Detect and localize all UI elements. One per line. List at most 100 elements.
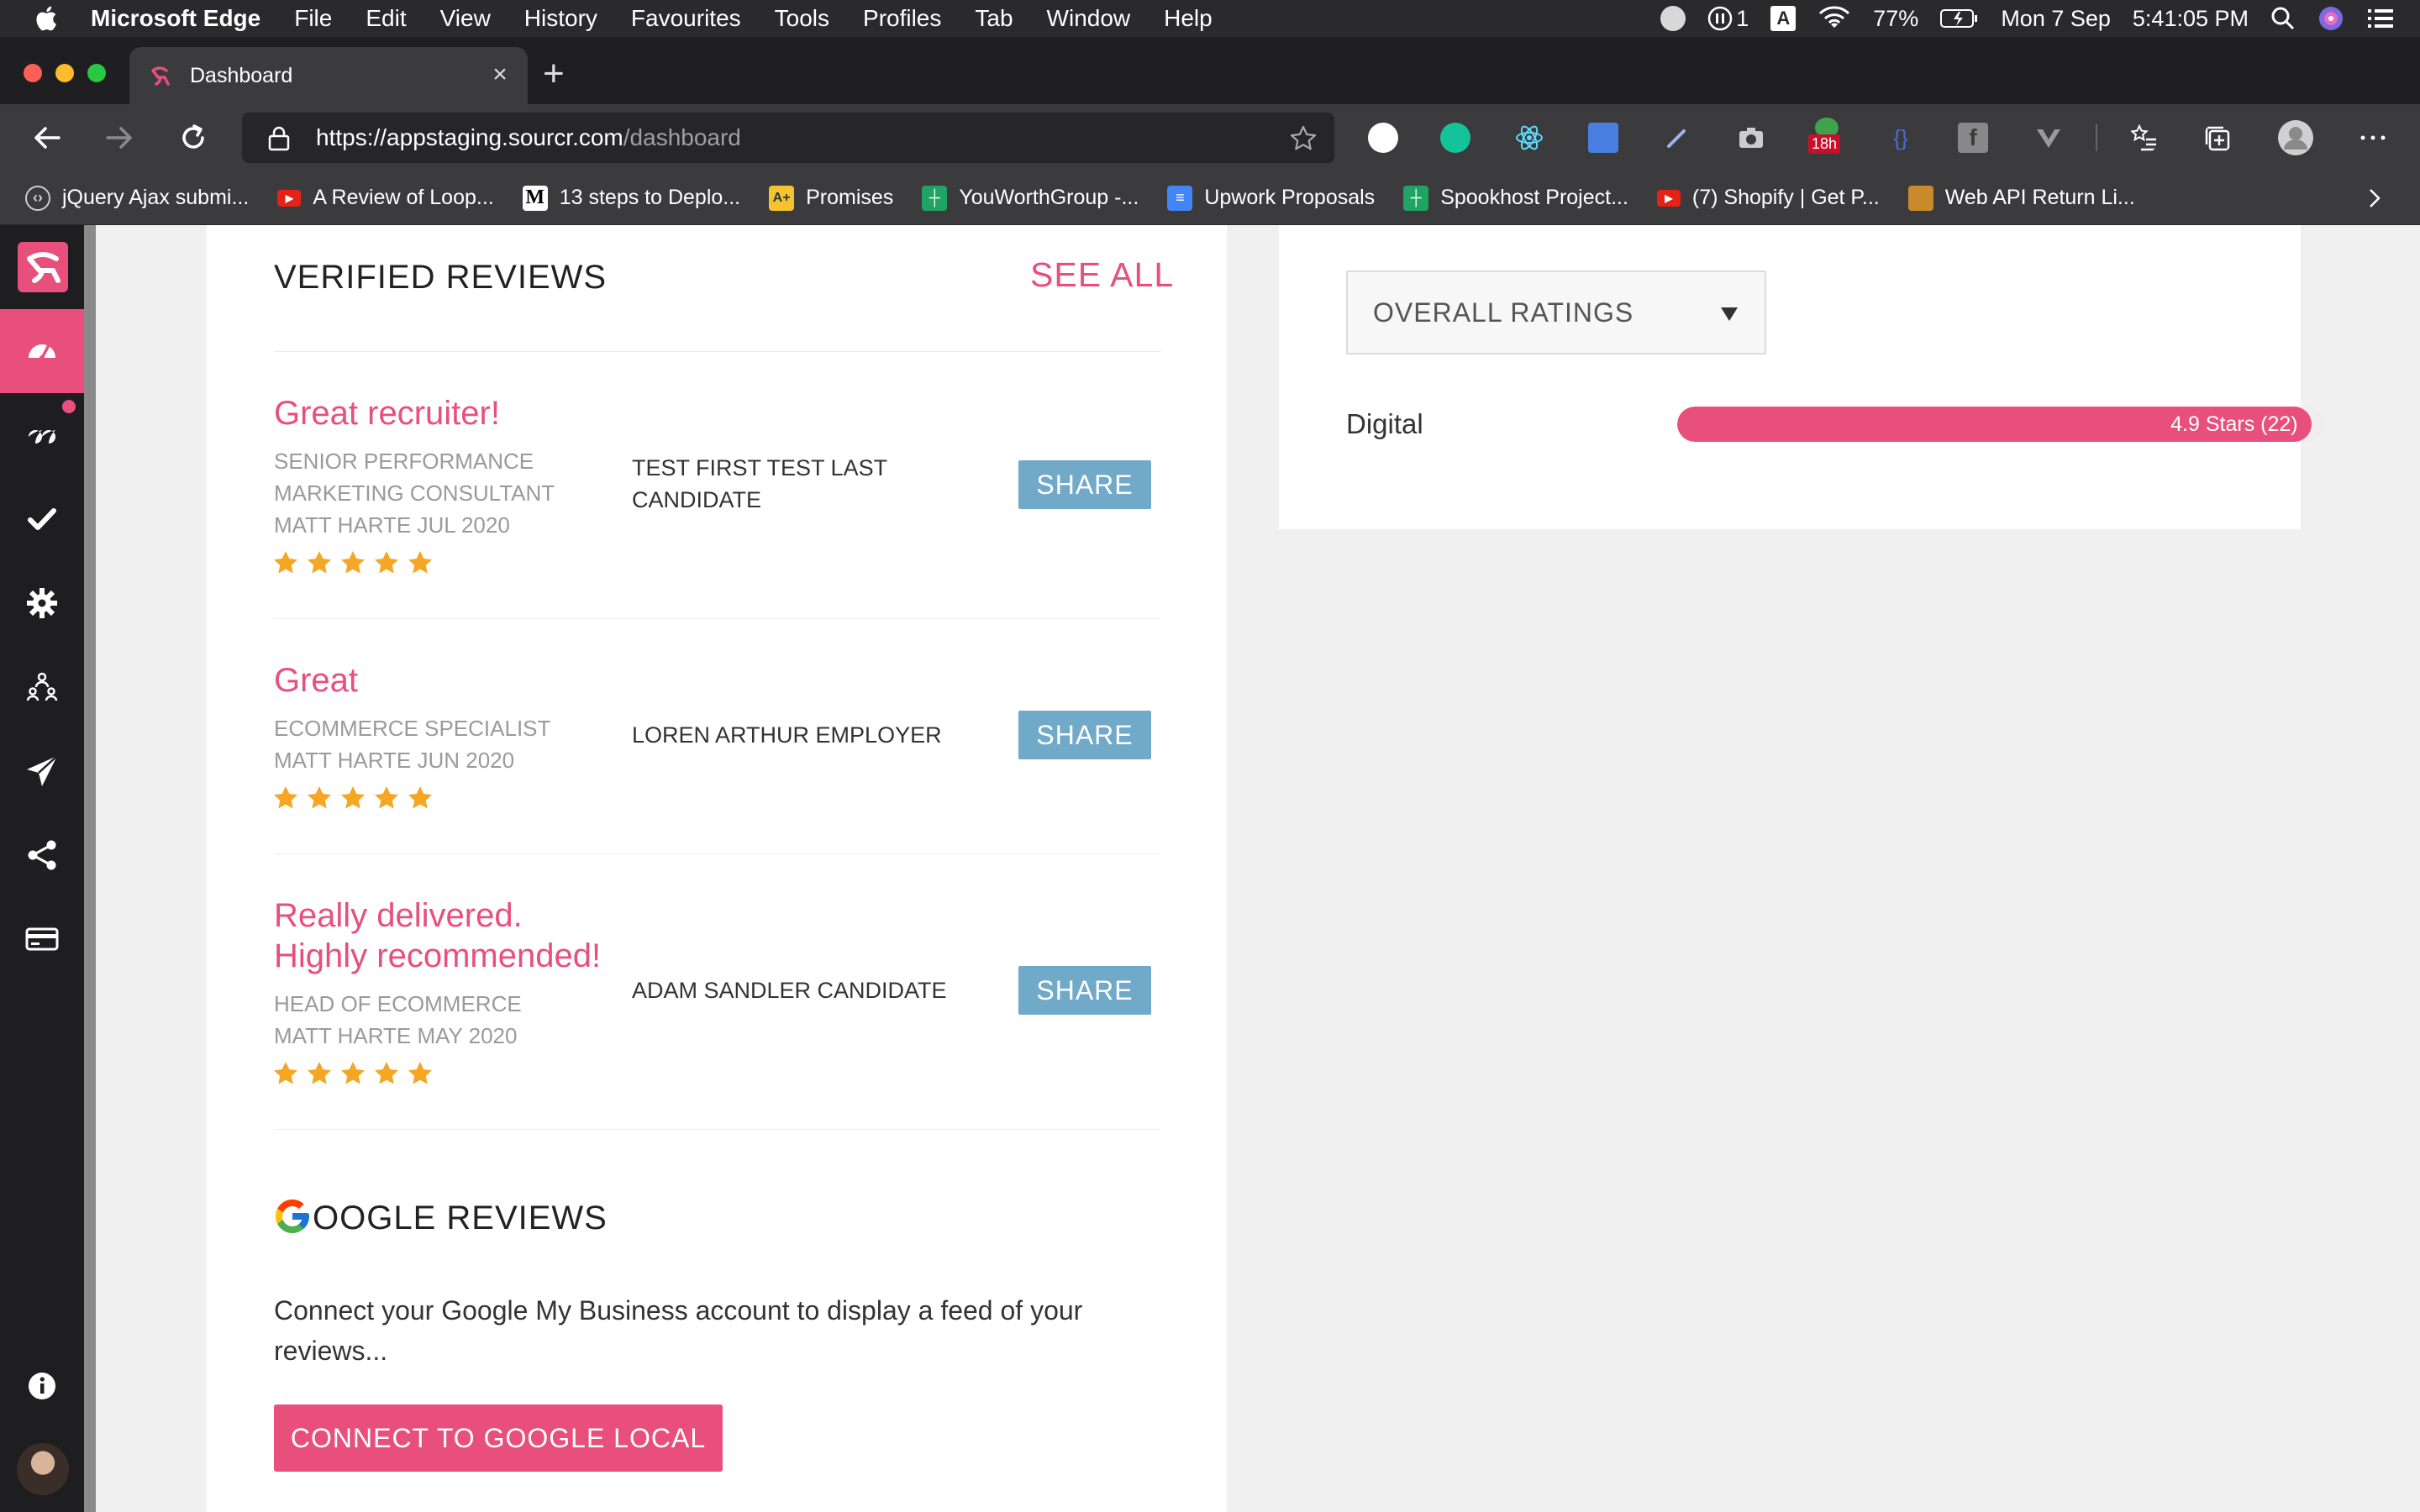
reviewer-name: TEST FIRST TEST LAST CANDIDATE bbox=[632, 452, 951, 516]
star-icon bbox=[375, 786, 398, 809]
bookmark-item[interactable]: ┼ Spookhost Project... bbox=[1403, 185, 1628, 211]
menu-help[interactable]: Help bbox=[1164, 5, 1213, 32]
menu-file[interactable]: File bbox=[294, 5, 332, 32]
pause-status-icon[interactable]: 1 bbox=[1707, 6, 1749, 32]
more-options-icon[interactable] bbox=[2358, 123, 2388, 153]
send-icon bbox=[27, 755, 58, 786]
date-display[interactable]: Mon 7 Sep bbox=[2001, 6, 2111, 32]
input-source-icon[interactable]: A bbox=[1770, 6, 1797, 31]
json-formatter-icon[interactable]: {} bbox=[1886, 123, 1916, 153]
timer-badge: 18h bbox=[1808, 134, 1841, 154]
sourcr-logo-icon[interactable] bbox=[18, 242, 68, 292]
sidebar-item-settings[interactable] bbox=[0, 561, 84, 645]
divider bbox=[274, 351, 1161, 352]
profile-avatar-icon[interactable] bbox=[2277, 119, 2314, 156]
review-title-line: Great recruiter! bbox=[274, 395, 500, 432]
see-all-link[interactable]: SEE ALL bbox=[1030, 255, 1174, 295]
sidebar-item-share[interactable] bbox=[0, 813, 84, 897]
maximize-window-button[interactable] bbox=[87, 64, 106, 82]
menu-profiles[interactable]: Profiles bbox=[863, 5, 941, 32]
image-icon bbox=[1907, 185, 1933, 211]
menu-history[interactable]: History bbox=[524, 5, 597, 32]
share-button[interactable]: SHARE bbox=[1018, 711, 1151, 759]
sidebar-item-tasks[interactable] bbox=[0, 477, 84, 561]
sidebar-scroll-strip bbox=[84, 225, 96, 1512]
menu-tab[interactable]: Tab bbox=[975, 5, 1013, 32]
notification-center-icon[interactable] bbox=[2366, 6, 2395, 31]
bookmark-item[interactable]: Web API Return Li... bbox=[1907, 185, 2135, 211]
verified-reviews-title: VERIFIED REVIEWS bbox=[274, 259, 608, 296]
share-button[interactable]: SHARE bbox=[1018, 460, 1151, 509]
new-tab-button[interactable]: + bbox=[543, 55, 565, 92]
user-avatar[interactable] bbox=[17, 1443, 69, 1495]
wifi-icon[interactable] bbox=[1818, 6, 1851, 31]
bookmark-item[interactable]: M 13 steps to Deplo... bbox=[522, 185, 740, 211]
color-picker-icon[interactable] bbox=[1662, 123, 1692, 153]
minimize-window-button[interactable] bbox=[55, 64, 74, 82]
bookmark-item[interactable]: A+ Promises bbox=[769, 185, 893, 211]
bookmark-item[interactable]: ▶ (7) Shopify | Get P... bbox=[1656, 186, 1880, 210]
menu-tools[interactable]: Tools bbox=[775, 5, 829, 32]
sidebar-item-info[interactable] bbox=[0, 1344, 84, 1428]
medium-icon: M bbox=[522, 185, 548, 211]
sidebar-item-dashboard[interactable] bbox=[0, 309, 84, 393]
card-icon bbox=[25, 927, 59, 951]
review-title: Great recruiter! bbox=[274, 393, 500, 433]
star-icon bbox=[375, 1062, 398, 1084]
review-meta-line: SENIOR PERFORMANCE bbox=[274, 449, 534, 474]
apple-icon[interactable] bbox=[34, 4, 62, 33]
chevron-right-icon[interactable] bbox=[2363, 186, 2386, 210]
screenshot-camera-icon[interactable] bbox=[1736, 123, 1766, 153]
favorites-list-icon[interactable] bbox=[2129, 123, 2160, 153]
bookmark-label: YouWorthGroup -... bbox=[959, 186, 1139, 209]
translate-icon[interactable] bbox=[1588, 123, 1618, 153]
react-devtools-icon[interactable] bbox=[1514, 123, 1544, 153]
share-button[interactable]: SHARE bbox=[1018, 966, 1151, 1015]
notification-dot bbox=[60, 398, 77, 415]
spotlight-search-icon[interactable] bbox=[2270, 6, 2296, 31]
address-bar[interactable]: https:// appstaging.sourcr.com /dashboar… bbox=[242, 113, 1334, 163]
sheets-icon: ┼ bbox=[1403, 185, 1429, 211]
siri-icon[interactable] bbox=[2317, 5, 2344, 32]
timer-extension[interactable]: 18h bbox=[1808, 118, 1845, 161]
menu-favourites[interactable]: Favourites bbox=[631, 5, 741, 32]
close-window-button[interactable] bbox=[24, 64, 42, 82]
star-icon bbox=[274, 1062, 297, 1084]
info-icon bbox=[29, 1373, 55, 1399]
facebook-icon[interactable]: f bbox=[1958, 123, 1988, 153]
sidebar-item-team[interactable] bbox=[0, 645, 84, 729]
forward-icon[interactable] bbox=[101, 119, 138, 156]
tab-dashboard[interactable]: Dashboard × bbox=[129, 47, 528, 104]
ratings-card: OVERALL RATINGS Digital 4.9 Stars (22) bbox=[1279, 225, 2324, 529]
menu-view[interactable]: View bbox=[440, 5, 491, 32]
ratings-dropdown[interactable]: OVERALL RATINGS bbox=[1346, 270, 1766, 354]
upwork-status-icon[interactable] bbox=[1660, 6, 1686, 31]
refresh-icon[interactable] bbox=[175, 119, 212, 156]
back-icon[interactable] bbox=[29, 119, 66, 156]
star-icon bbox=[408, 551, 432, 574]
review-title: Really delivered. Highly recommended! bbox=[274, 895, 601, 976]
grammarly-icon[interactable] bbox=[1440, 123, 1470, 153]
menu-edit[interactable]: Edit bbox=[366, 5, 406, 32]
vue-devtools-icon[interactable] bbox=[2033, 123, 2064, 153]
favorite-star-icon[interactable] bbox=[1289, 124, 1318, 153]
caret-down-icon bbox=[1721, 307, 1738, 321]
sidebar-item-billing[interactable] bbox=[0, 897, 84, 981]
extension-plus-icon[interactable] bbox=[1368, 123, 1398, 153]
time-display[interactable]: 5:41:05 PM bbox=[2133, 6, 2249, 32]
menu-window[interactable]: Window bbox=[1047, 5, 1131, 32]
lock-icon[interactable] bbox=[267, 124, 291, 151]
review-meta-line: ECOMMERCE SPECIALIST bbox=[274, 716, 551, 741]
bookmark-item[interactable]: ‹› jQuery Ajax submi... bbox=[25, 185, 249, 211]
bookmark-item[interactable]: ▶ A Review of Loop... bbox=[277, 186, 494, 210]
collections-icon[interactable] bbox=[2203, 123, 2233, 153]
reviews-card: VERIFIED REVIEWS SEE ALL Great recruiter… bbox=[207, 225, 1227, 1512]
app-name[interactable]: Microsoft Edge bbox=[91, 5, 260, 32]
bookmark-item[interactable]: ≡ Upwork Proposals bbox=[1167, 185, 1375, 211]
sidebar-item-send[interactable] bbox=[0, 729, 84, 813]
tab-close-icon[interactable]: × bbox=[487, 62, 513, 87]
connect-google-button[interactable]: CONNECT TO GOOGLE LOCAL bbox=[274, 1404, 723, 1472]
battery-icon[interactable] bbox=[1940, 8, 1979, 29]
bookmark-item[interactable]: ┼ YouWorthGroup -... bbox=[922, 185, 1139, 211]
sourcr-favicon-icon bbox=[151, 66, 170, 86]
